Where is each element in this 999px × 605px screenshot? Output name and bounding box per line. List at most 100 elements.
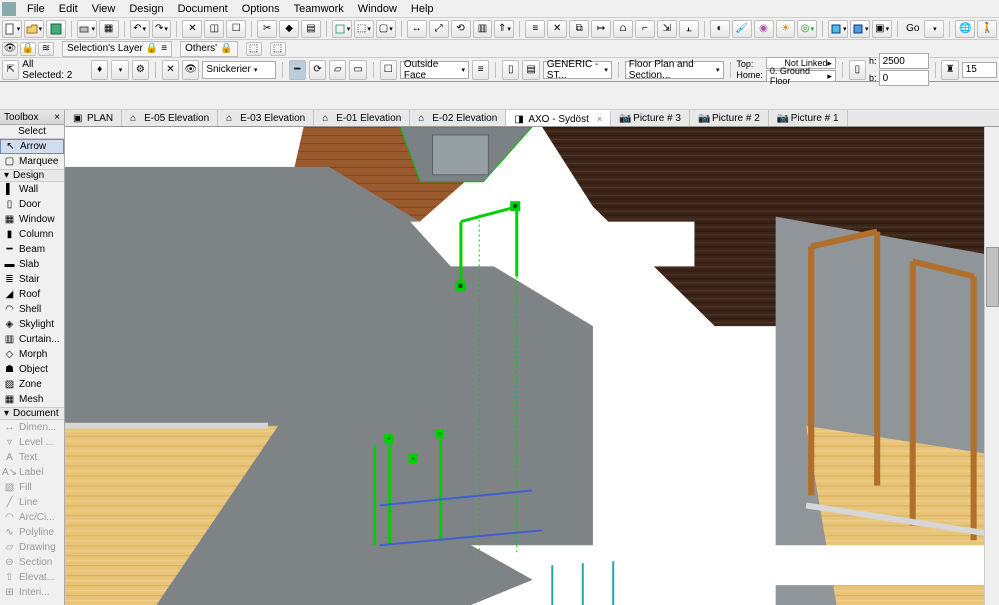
tool-stair[interactable]: ≣Stair — [0, 272, 64, 287]
layer-eye[interactable]: 👁 — [182, 60, 199, 80]
trim-button[interactable]: ✕ — [547, 20, 567, 38]
selection-extra-b[interactable]: ⬚ — [270, 42, 286, 56]
menu-edit[interactable]: Edit — [52, 1, 85, 17]
base-input[interactable]: 0 — [879, 70, 929, 86]
adjust-button[interactable]: ↦ — [591, 20, 611, 38]
offset-button[interactable]: ⫠ — [679, 20, 699, 38]
tool-dimen[interactable]: ↔Dimen... — [0, 420, 64, 435]
favorite-dd[interactable] — [111, 60, 128, 80]
frame-view-button[interactable]: ▣ — [872, 20, 892, 38]
align-button[interactable]: ≡ — [525, 20, 545, 38]
tool-c-button[interactable]: ☐ — [226, 20, 246, 38]
scrollbar-thumb[interactable] — [986, 247, 999, 307]
drag-button[interactable]: ⤢ — [429, 20, 449, 38]
fillet-button[interactable]: ⌐ — [635, 20, 655, 38]
menu-design[interactable]: Design — [122, 1, 170, 17]
cube-view-button[interactable] — [828, 20, 848, 38]
tool-d-button[interactable]: ◆ — [279, 20, 299, 38]
tool-object[interactable]: ☗Object — [0, 362, 64, 377]
tab-close[interactable]: × — [597, 114, 602, 124]
view-tab-7[interactable]: 📷Picture # 2 — [690, 110, 769, 126]
paint-button[interactable]: 🖌 — [732, 20, 752, 38]
menu-teamwork[interactable]: Teamwork — [287, 1, 351, 17]
structure-combo[interactable]: GENERIC - ST... — [543, 61, 612, 79]
tool-zone[interactable]: ▨Zone — [0, 377, 64, 392]
dropdown-1[interactable] — [332, 20, 352, 38]
tool-section[interactable]: ⊖Section — [0, 555, 64, 570]
geom-rotate[interactable]: ⟳ — [309, 60, 326, 80]
elevate-button[interactable]: ⇑ — [494, 20, 514, 38]
view-tab-8[interactable]: 📷Picture # 1 — [769, 110, 848, 126]
toolbox-close[interactable]: × — [54, 112, 60, 123]
redo-button[interactable]: ↷ — [152, 20, 172, 38]
print-preview-button[interactable]: ▦ — [99, 20, 119, 38]
home-story-combo[interactable]: 0. Ground Floor▸ — [766, 70, 836, 82]
menu-help[interactable]: Help — [404, 1, 441, 17]
favorite-button[interactable]: ♦ — [91, 60, 108, 80]
view-tab-0[interactable]: ▣PLAN — [65, 110, 122, 126]
view-tab-2[interactable]: ⌂E-03 Elevation — [218, 110, 314, 126]
face-combo[interactable]: Outside Face — [400, 61, 469, 79]
tool-column[interactable]: ▮Column — [0, 227, 64, 242]
tool-shell[interactable]: ◠Shell — [0, 302, 64, 317]
globe-button[interactable]: 🌐 — [955, 20, 975, 38]
wall-layers[interactable]: ▤ — [522, 60, 539, 80]
move-button[interactable]: ↔ — [407, 20, 427, 38]
resize-button[interactable]: ⇲ — [657, 20, 677, 38]
material-button[interactable]: ◉ — [754, 20, 774, 38]
viewport-3d[interactable] — [65, 127, 999, 605]
menu-window[interactable]: Window — [351, 1, 404, 17]
design-group[interactable]: ▾ Design — [0, 169, 64, 182]
save-button[interactable] — [46, 20, 66, 38]
tool-elevation[interactable]: ⇧Elevat... — [0, 570, 64, 585]
geom-flat[interactable]: ━ — [289, 60, 306, 80]
tool-door[interactable]: ▯Door — [0, 197, 64, 212]
render-button[interactable]: ☀ — [776, 20, 796, 38]
view-tab-6[interactable]: 📷Picture # 3 — [611, 110, 690, 126]
tool-drawing[interactable]: ▱Drawing — [0, 540, 64, 555]
tool-beam[interactable]: ━Beam — [0, 242, 64, 257]
geom-b[interactable]: ▭ — [349, 60, 366, 80]
tool-roof[interactable]: ◢Roof — [0, 287, 64, 302]
menu-file[interactable]: File — [20, 1, 52, 17]
geom-a[interactable]: ▱ — [329, 60, 346, 80]
open-file-button[interactable] — [24, 20, 44, 38]
go-dropdown[interactable] — [924, 20, 944, 38]
tool-marquee[interactable]: ▢Marquee — [0, 154, 64, 169]
eye-toggle[interactable]: 👁 — [2, 42, 18, 56]
tool-e-button[interactable]: ▤ — [301, 20, 321, 38]
vertical-scrollbar[interactable] — [984, 127, 999, 605]
cube2-view-button[interactable] — [850, 20, 870, 38]
reset-button[interactable]: ⚙ — [132, 60, 149, 80]
height-input[interactable]: 2500 — [879, 53, 929, 69]
layer-mini[interactable]: ≋ — [38, 42, 54, 56]
tool-skylight[interactable]: ◈Skylight — [0, 317, 64, 332]
tool-label[interactable]: A↘Label — [0, 465, 64, 480]
walk-button[interactable]: 🚶 — [977, 20, 997, 38]
menu-view[interactable]: View — [85, 1, 123, 17]
selections-layer-panel[interactable]: Selection's Layer 🔒 ≡ — [62, 41, 172, 57]
tool-window[interactable]: ▦Window — [0, 212, 64, 227]
marker-button[interactable]: ◐ — [710, 20, 730, 38]
rotate-button[interactable]: ⟲ — [451, 20, 471, 38]
undo-button[interactable]: ↶ — [130, 20, 150, 38]
view-tab-1[interactable]: ⌂E-05 Elevation — [122, 110, 218, 126]
floorplan-combo[interactable]: Floor Plan and Section... — [625, 61, 724, 79]
dropdown-2[interactable]: ⬚ — [354, 20, 374, 38]
tool-curtain[interactable]: ▥Curtain... — [0, 332, 64, 347]
tool-slab[interactable]: ▬Slab — [0, 257, 64, 272]
tool-interior[interactable]: ⊞Interi... — [0, 585, 64, 600]
wall-prof[interactable]: ▯ — [502, 60, 519, 80]
lock-toggle[interactable]: 🔒 — [20, 42, 36, 56]
extra-input[interactable]: 15 — [962, 62, 997, 78]
tool-wall[interactable]: ▌Wall — [0, 182, 64, 197]
document-group[interactable]: ▾ Document — [0, 407, 64, 420]
view-circle-button[interactable]: ◎ — [797, 20, 817, 38]
dropdown-3[interactable]: ▢ — [376, 20, 396, 38]
tool-b-button[interactable]: ◫ — [204, 20, 224, 38]
tool-line[interactable]: ╱Line — [0, 495, 64, 510]
split-button[interactable]: ⧉ — [569, 20, 589, 38]
tool-mesh[interactable]: ▦Mesh — [0, 392, 64, 407]
tool-polyline[interactable]: ∿Polyline — [0, 525, 64, 540]
tool-text[interactable]: AText — [0, 450, 64, 465]
